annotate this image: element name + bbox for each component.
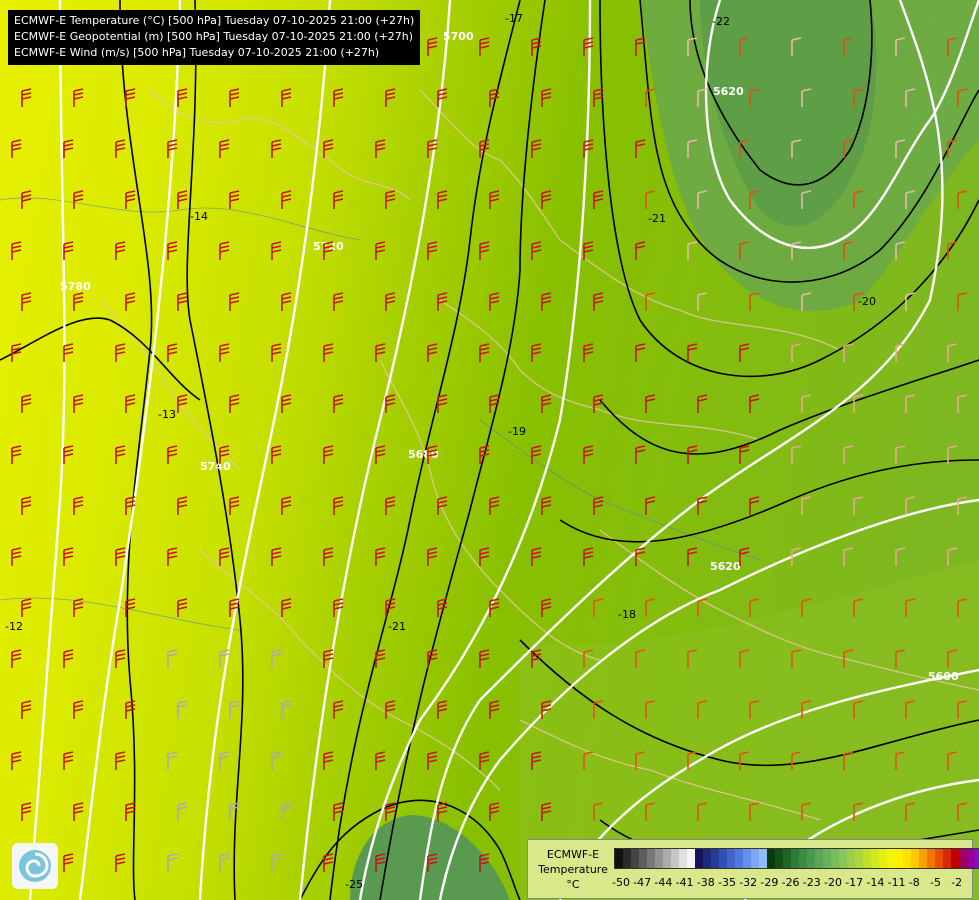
legend-tick-label: -35 xyxy=(718,876,736,889)
legend-swatch xyxy=(879,849,887,868)
legend-title: ECMWF-E Temperature °C xyxy=(532,847,614,892)
legend-swatch xyxy=(975,849,979,868)
legend-swatch xyxy=(919,849,927,868)
legend-swatch xyxy=(719,849,727,868)
legend-swatch xyxy=(631,849,639,868)
legend-swatch xyxy=(935,849,943,868)
title-temperature: ECMWF-E Temperature (°C) [500 hPa] Tuesd… xyxy=(14,14,415,27)
legend-swatch xyxy=(895,849,903,868)
legend-tick-label: -23 xyxy=(802,876,821,889)
legend-model: ECMWF-E xyxy=(546,848,600,861)
legend-swatch xyxy=(839,849,847,868)
legend-swatch xyxy=(679,849,687,868)
temp-label: -22 xyxy=(712,15,730,28)
legend-swatch xyxy=(871,849,879,868)
legend-tick-label: -50 xyxy=(612,876,630,889)
legend-swatch xyxy=(743,849,751,868)
legend-swatch xyxy=(863,849,871,868)
legend-swatch xyxy=(671,849,679,868)
legend-swatch xyxy=(751,849,759,868)
swirl-logo-icon xyxy=(19,850,51,882)
legend-tick-label: -32 xyxy=(739,876,758,889)
map-title-box: ECMWF-E Temperature (°C) [500 hPa] Tuesd… xyxy=(8,10,421,65)
legend-color-bar xyxy=(614,848,979,869)
legend-swatch xyxy=(911,849,919,868)
legend-swatch xyxy=(847,849,855,868)
legend-tick-label: -20 xyxy=(824,876,842,889)
title-geopotential: ECMWF-E Geopotential (m) [500 hPa] Tuesd… xyxy=(14,30,414,43)
legend-swatch xyxy=(615,849,623,868)
legend-swatch xyxy=(799,849,807,868)
legend-swatch xyxy=(639,849,647,868)
temp-label: -14 xyxy=(190,210,208,223)
temp-label: -25 xyxy=(345,878,363,891)
legend-tick-label: -5 xyxy=(930,876,941,889)
legend-swatch xyxy=(831,849,839,868)
legend-swatch xyxy=(927,849,935,868)
temp-label: -13 xyxy=(158,408,176,421)
legend-tick-label: -14 xyxy=(866,876,885,889)
legend-swatch xyxy=(759,849,767,868)
legend-tick-label: -26 xyxy=(781,876,800,889)
legend-swatch xyxy=(823,849,831,868)
temp-label: -19 xyxy=(508,425,526,438)
legend-swatch xyxy=(711,849,719,868)
geo-label: 5780 xyxy=(60,280,91,293)
geo-label: 5600 xyxy=(928,670,959,683)
temp-label: -21 xyxy=(388,620,406,633)
legend-tick-label: -44 xyxy=(654,876,673,889)
legend-swatch xyxy=(855,849,863,868)
legend-tick-label: -17 xyxy=(845,876,864,889)
legend-swatch xyxy=(655,849,663,868)
meteo-logo xyxy=(12,843,58,889)
legend-swatch xyxy=(775,849,783,868)
legend-swatch xyxy=(903,849,911,868)
legend-swatch xyxy=(735,849,743,868)
legend-tick-label: -11 xyxy=(887,876,906,889)
legend-tick-label: -38 xyxy=(696,876,715,889)
title-wind: ECMWF-E Wind (m/s) [500 hPa] Tuesday 07-… xyxy=(14,46,380,59)
legend-swatch xyxy=(695,849,703,868)
legend-swatch xyxy=(647,849,655,868)
temperature-legend: ECMWF-E Temperature °C -50 -47 -44 -41 -38 -3… xyxy=(527,839,979,899)
legend-ticks: -50 -47 -44 -41 -38 -35 -32 -29 -26 -23 -20 -17 -14-… xyxy=(612,876,972,890)
legend-swatch xyxy=(791,849,799,868)
temp-label: -21 xyxy=(648,212,666,225)
geo-label: 5740 xyxy=(200,460,231,473)
temp-label: -20 xyxy=(858,295,876,308)
legend-swatch xyxy=(663,849,671,868)
legend-swatch xyxy=(687,849,695,868)
geo-label: 5620 xyxy=(713,85,744,98)
legend-swatch xyxy=(951,849,959,868)
legend-swatch xyxy=(783,849,791,868)
legend-swatch xyxy=(943,849,951,868)
legend-swatch xyxy=(703,849,711,868)
weather-map: -17 -22 -14 -13 -12 -19 -18 -20 -21 -21 … xyxy=(0,0,979,900)
legend-unit: °C xyxy=(566,878,580,891)
legend-swatch xyxy=(807,849,815,868)
legend-tick-label: -2 xyxy=(951,876,963,889)
temp-label: -12 xyxy=(5,620,23,633)
legend-swatch xyxy=(623,849,631,868)
legend-tick-label: -29 xyxy=(760,876,779,889)
temp-label: -18 xyxy=(618,608,636,621)
legend-tick-label: -47 xyxy=(633,876,652,889)
legend-variable: Temperature xyxy=(538,863,608,876)
legend-swatch xyxy=(727,849,735,868)
geo-label: 5620 xyxy=(710,560,741,573)
legend-tick-label: -41 xyxy=(675,876,694,889)
legend-swatch xyxy=(767,849,775,868)
geo-label: 5700 xyxy=(443,30,474,43)
legend-swatch xyxy=(887,849,895,868)
legend-swatch xyxy=(959,849,967,868)
temp-label: -17 xyxy=(505,12,523,25)
legend-tick-label: -8 xyxy=(908,876,920,889)
legend-swatch xyxy=(815,849,823,868)
legend-swatch xyxy=(967,849,975,868)
